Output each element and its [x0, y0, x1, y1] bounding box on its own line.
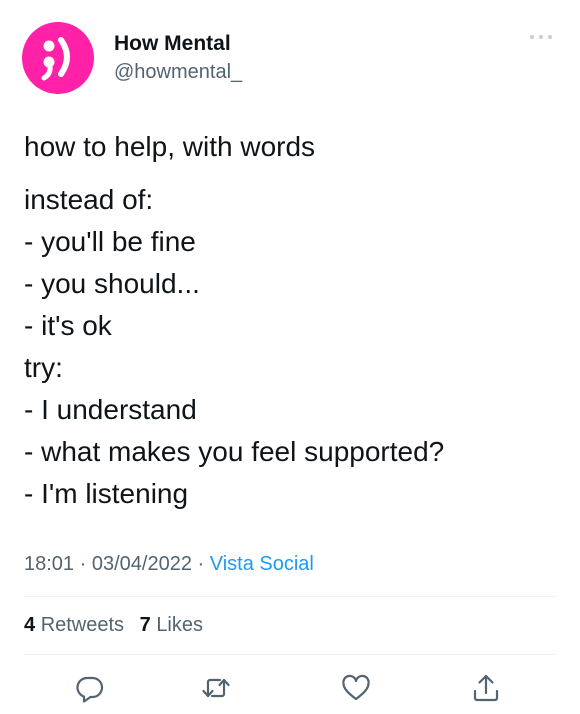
tweet-text-line: - what makes you feel supported?	[24, 436, 445, 467]
tweet-text-line: - you should...	[24, 268, 200, 299]
tweet-date[interactable]: 03/04/2022	[92, 553, 192, 575]
tweet-text-line: instead of:	[24, 184, 154, 215]
tweet-header: How Mental @howmental_	[22, 22, 242, 94]
tweet-meta: 18:01 · 03/04/2022 · Vista Social	[24, 548, 314, 580]
likes-label: Likes	[156, 614, 204, 636]
retweets-label: Retweets	[40, 614, 125, 636]
author-handle[interactable]: @howmental_	[114, 59, 242, 85]
retweets-count: 4	[24, 614, 36, 636]
tweet-stats: 4 Retweets 7 Likes	[24, 610, 213, 640]
author-names: How Mental @howmental_	[114, 31, 242, 85]
tweet-text: how to help, with words instead of: - yo…	[24, 126, 556, 515]
tweet-time[interactable]: 18:01	[24, 553, 74, 575]
like-icon[interactable]	[340, 672, 372, 704]
tweet-actions	[0, 668, 580, 708]
more-options-icon[interactable]	[528, 32, 554, 42]
reply-icon[interactable]	[74, 672, 106, 704]
tweet-text-line: try:	[24, 352, 63, 383]
divider	[24, 596, 556, 597]
tweet-text-line: - I'm listening	[24, 478, 189, 509]
likes-count: 7	[139, 614, 151, 636]
retweets-stat[interactable]: 4 Retweets	[24, 614, 124, 636]
tweet: How Mental @howmental_ how to help, with…	[0, 0, 580, 714]
tweet-source-link[interactable]: Vista Social	[210, 553, 314, 575]
semicolon-smile-logo-icon	[41, 37, 70, 81]
tweet-text-line: - you'll be fine	[24, 226, 196, 257]
meta-separator: ·	[191, 553, 210, 575]
tweet-text-line: - I understand	[24, 394, 197, 425]
meta-separator: ·	[74, 553, 92, 575]
share-icon[interactable]	[470, 672, 502, 704]
likes-stat[interactable]: 7 Likes	[140, 614, 203, 636]
tweet-text-line: - it's ok	[24, 310, 112, 341]
tweet-text-line: how to help, with words	[24, 131, 316, 162]
retweet-icon[interactable]	[200, 672, 232, 704]
avatar[interactable]	[22, 22, 94, 94]
divider	[24, 654, 556, 655]
author-display-name[interactable]: How Mental	[114, 31, 242, 57]
